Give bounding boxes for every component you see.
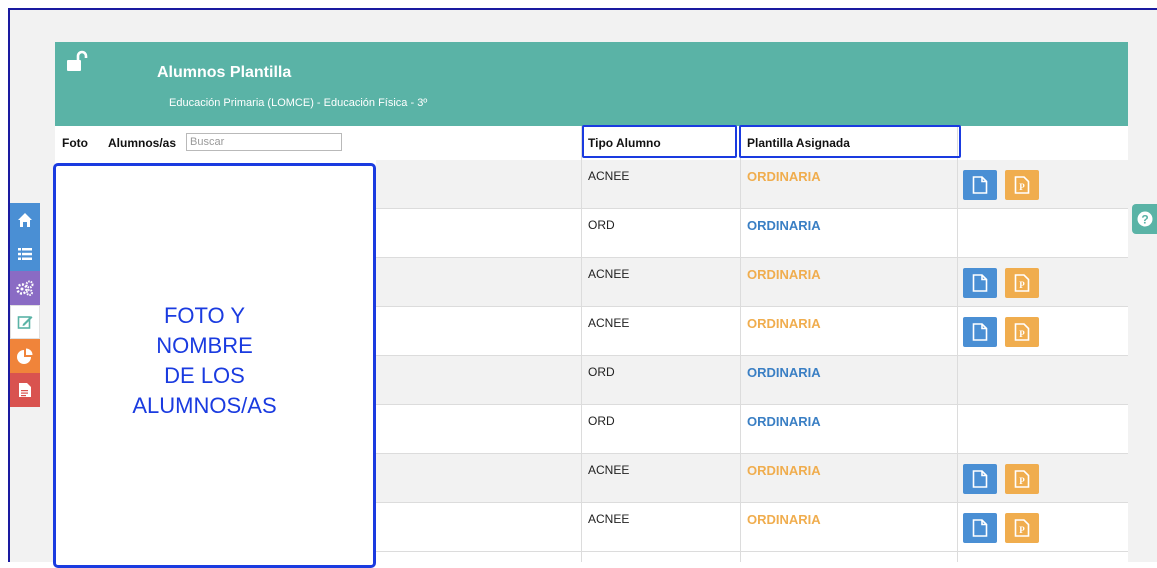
svg-text:P: P <box>1019 182 1025 192</box>
document-button[interactable] <box>963 268 997 298</box>
file-icon <box>19 383 31 397</box>
row-background <box>376 356 1128 404</box>
row-background <box>376 209 1128 257</box>
cell-plantilla-asignada[interactable]: ORDINARIA <box>747 512 821 527</box>
svg-text:P: P <box>1019 329 1025 339</box>
svg-text:?: ? <box>1141 213 1148 227</box>
column-divider <box>740 126 741 562</box>
pdf-file-icon: P <box>1014 470 1030 488</box>
cell-tipo-alumno: ORD <box>588 414 615 428</box>
cell-tipo-alumno: ACNEE <box>588 267 630 281</box>
unlock-icon <box>67 50 88 71</box>
help-icon: ? <box>1137 211 1152 227</box>
pdf-file-icon: P <box>1014 176 1030 194</box>
help-button[interactable]: ? <box>1132 204 1157 234</box>
pie-chart-icon <box>17 348 33 364</box>
cell-tipo-alumno: ACNEE <box>588 512 630 526</box>
document-button[interactable] <box>963 513 997 543</box>
svg-text:P: P <box>1019 525 1025 535</box>
search-input[interactable] <box>186 133 342 151</box>
sidebar-item-settings[interactable] <box>10 271 40 305</box>
pdf-button[interactable]: P <box>1005 513 1039 543</box>
cell-tipo-alumno: ACNEE <box>588 169 630 183</box>
cell-tipo-alumno: ORD <box>588 365 615 379</box>
document-button[interactable] <box>963 317 997 347</box>
annotation-line: DE LOS <box>164 363 245 388</box>
page-subtitle: Educación Primaria (LOMCE) - Educación F… <box>169 97 428 109</box>
cell-plantilla-asignada[interactable]: ORDINARIA <box>747 218 821 233</box>
pdf-button[interactable]: P <box>1005 268 1039 298</box>
annotation-text: FOTO Y NOMBRE DE LOS ALUMNOS/AS <box>56 301 353 421</box>
col-foto: Foto <box>62 136 88 150</box>
sidebar-item-list[interactable] <box>10 237 40 271</box>
cell-plantilla-asignada[interactable]: ORDINARIA <box>747 463 821 478</box>
gears-icon <box>16 280 34 296</box>
cell-plantilla-asignada[interactable]: ORDINARIA <box>747 267 821 282</box>
document-icon <box>972 470 988 488</box>
cell-plantilla-asignada[interactable]: ORDINARIA <box>747 414 821 429</box>
pdf-button[interactable]: P <box>1005 464 1039 494</box>
home-icon <box>18 213 32 227</box>
cell-plantilla-asignada[interactable]: ORDINARIA <box>747 316 821 331</box>
document-icon <box>972 519 988 537</box>
annotation-line: NOMBRE <box>156 333 253 358</box>
page-title: Alumnos Plantilla <box>157 64 292 81</box>
annotation-box: FOTO Y NOMBRE DE LOS ALUMNOS/AS <box>53 163 376 568</box>
sidebar-item-home[interactable] <box>10 203 40 237</box>
cell-tipo-alumno: ACNEE <box>588 316 630 330</box>
document-button[interactable] <box>963 464 997 494</box>
pdf-file-icon: P <box>1014 323 1030 341</box>
highlight-plantilla-asignada <box>739 125 961 158</box>
pdf-button[interactable]: P <box>1005 170 1039 200</box>
pdf-file-icon: P <box>1014 274 1030 292</box>
row-background <box>376 405 1128 453</box>
document-icon <box>972 323 988 341</box>
panel-header: Alumnos Plantilla Educación Primaria (LO… <box>55 42 1128 126</box>
sidebar-item-edit[interactable] <box>10 305 40 339</box>
document-button[interactable] <box>963 170 997 200</box>
document-icon <box>972 176 988 194</box>
cell-tipo-alumno: ACNEE <box>588 463 630 477</box>
column-divider <box>957 126 958 562</box>
col-alumnos: Alumnos/as <box>108 136 177 150</box>
sidebar-item-reports[interactable] <box>10 373 40 407</box>
pdf-button[interactable]: P <box>1005 317 1039 347</box>
cell-plantilla-asignada[interactable]: ORDINARIA <box>747 365 821 380</box>
cell-plantilla-asignada[interactable]: ORDINARIA <box>747 169 821 184</box>
document-icon <box>972 274 988 292</box>
list-icon <box>18 248 32 260</box>
column-divider <box>581 126 582 562</box>
highlight-tipo-alumno <box>582 125 737 158</box>
svg-text:P: P <box>1019 280 1025 290</box>
sidebar-item-stats[interactable] <box>10 339 40 373</box>
pdf-file-icon: P <box>1014 519 1030 537</box>
cell-tipo-alumno: ORD <box>588 218 615 232</box>
svg-text:P: P <box>1019 476 1025 486</box>
annotation-line: ALUMNOS/AS <box>132 393 277 418</box>
edit-icon <box>17 316 33 329</box>
annotation-line: FOTO Y <box>163 303 246 328</box>
